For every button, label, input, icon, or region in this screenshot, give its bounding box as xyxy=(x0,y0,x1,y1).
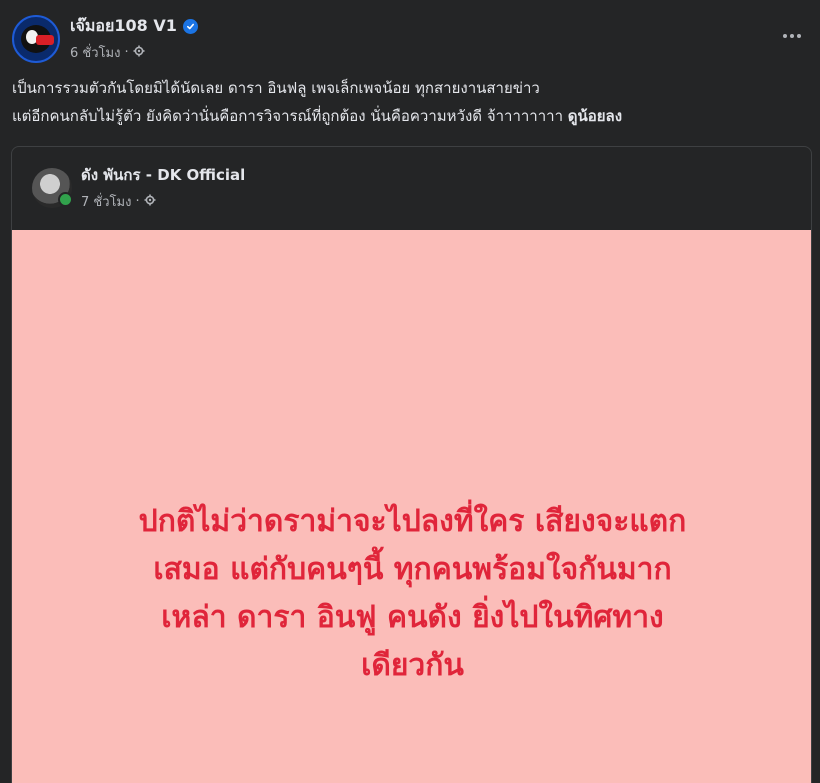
online-status-icon xyxy=(58,191,73,207)
post-text: เป็นการรวมตัวกันโดยมิได้นัดเลย ดารา อินฟ… xyxy=(12,74,802,130)
card-text-line: เสมอ แต่กับคนๆนี้ ทุกคนพร้อมใจกันมาก xyxy=(153,552,672,587)
card-text-line: เหล่า ดารา อินฟู คนดัง ยิ่งไปในทิศทาง xyxy=(161,600,664,635)
shared-author-avatar[interactable] xyxy=(32,167,73,208)
gear-icon[interactable] xyxy=(144,194,156,210)
time-separator: · xyxy=(124,45,129,60)
shared-post-time[interactable]: 7 ชั่วโมง xyxy=(81,191,131,212)
more-options-icon[interactable] xyxy=(778,26,806,46)
shared-post[interactable]: ดัง พันกร - DK Official 7 ชั่วโมง · ปกติ… xyxy=(11,146,812,783)
author-avatar[interactable] xyxy=(12,14,60,63)
facebook-post: เจ๊มอย108 V1 6 ชั่วโมง · เป็นการรวมตัวกั… xyxy=(0,0,820,783)
post-text-line: แต่อีกคนกลับไม่รู้ตัว ยังคิดว่านั่นคือกา… xyxy=(12,102,802,130)
card-text-line: ปกติไม่ว่าดราม่าจะไปลงที่ใคร เสียงจะแตก xyxy=(138,504,687,539)
text-background-card[interactable]: ปกติไม่ว่าดราม่าจะไปลงที่ใคร เสียงจะแตก … xyxy=(12,230,811,783)
post-text-line-content: แต่อีกคนกลับไม่รู้ตัว ยังคิดว่านั่นคือกา… xyxy=(12,107,568,125)
shared-author-name[interactable]: ดัง พันกร - DK Official xyxy=(81,163,245,187)
post-header: เจ๊มอย108 V1 6 ชั่วโมง · xyxy=(12,14,198,63)
card-text: ปกติไม่ว่าดราม่าจะไปลงที่ใคร เสียงจะแตก … xyxy=(12,498,811,690)
see-less-link[interactable]: ดูน้อยลง xyxy=(568,107,622,125)
verified-badge-icon xyxy=(182,19,198,34)
shared-post-header: ดัง พันกร - DK Official 7 ชั่วโมง · xyxy=(32,163,245,212)
card-text-line: เดียวกัน xyxy=(361,648,464,683)
author-name[interactable]: เจ๊มอย108 V1 xyxy=(70,14,177,39)
post-time[interactable]: 6 ชั่วโมง xyxy=(70,42,120,63)
post-text-line: เป็นการรวมตัวกันโดยมิได้นัดเลย ดารา อินฟ… xyxy=(12,79,540,97)
time-separator: · xyxy=(135,194,140,209)
post-meta: เจ๊มอย108 V1 6 ชั่วโมง · xyxy=(70,14,198,63)
gear-icon[interactable] xyxy=(133,45,145,61)
